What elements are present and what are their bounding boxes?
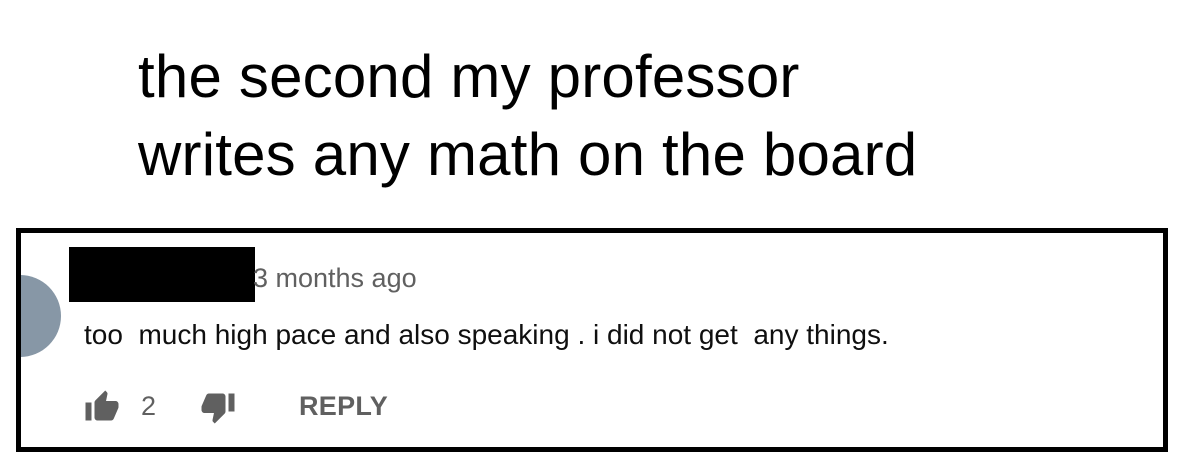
- like-button[interactable]: [83, 389, 121, 425]
- comment-timestamp[interactable]: 3 months ago: [253, 263, 417, 294]
- caption-line-2: writes any math on the board: [138, 121, 918, 188]
- thumbs-up-icon: [85, 390, 119, 421]
- username-redaction: [69, 247, 255, 302]
- comment-text: too much high pace and also speaking . i…: [84, 319, 889, 350]
- dislike-button[interactable]: [199, 389, 237, 425]
- caption-line-1: the second my professor: [138, 43, 800, 110]
- comment-card: 3 months ago too much high pace and also…: [16, 228, 1168, 452]
- avatar[interactable]: [21, 275, 61, 357]
- reply-button[interactable]: REPLY: [299, 391, 388, 422]
- meme-caption: the second my professor writes any math …: [138, 38, 1138, 194]
- thumbs-down-icon: [201, 393, 235, 424]
- like-count: 2: [141, 391, 157, 421]
